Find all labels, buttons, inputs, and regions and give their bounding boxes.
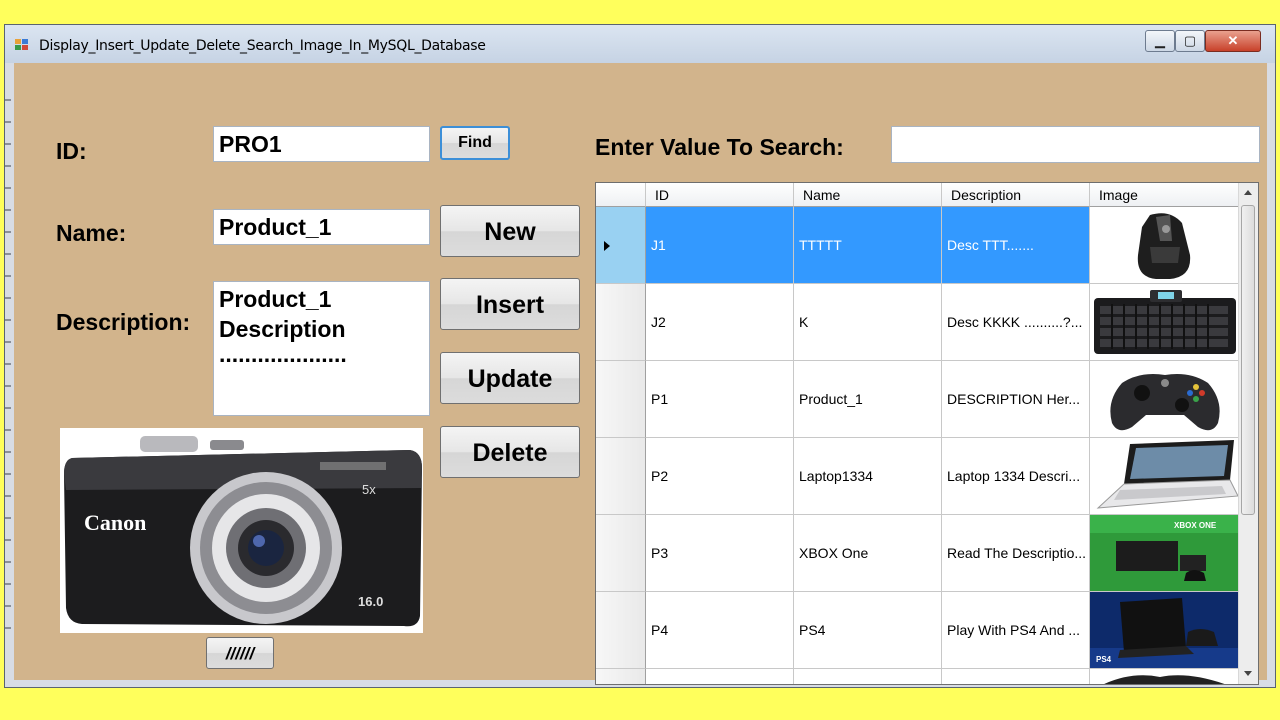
cell-description[interactable]: DESCRIPTION Her... bbox=[942, 361, 1090, 438]
laptop-icon bbox=[1096, 440, 1239, 509]
new-button[interactable]: New bbox=[440, 205, 580, 257]
scroll-thumb[interactable] bbox=[1241, 205, 1255, 515]
grid-vertical-scrollbar[interactable] bbox=[1238, 183, 1258, 684]
cell-name[interactable]: K bbox=[794, 284, 942, 361]
description-label: Description: bbox=[56, 309, 191, 335]
game-controller-icon bbox=[1110, 374, 1220, 431]
column-header-name[interactable]: Name bbox=[794, 183, 942, 207]
description-textarea[interactable]: Product_1 Description ..................… bbox=[213, 281, 430, 416]
cell-name[interactable]: Laptop1334 bbox=[794, 438, 942, 515]
maximize-button[interactable]: ▢ bbox=[1175, 30, 1205, 52]
keyboard-icon bbox=[1094, 290, 1236, 354]
cell-description[interactable] bbox=[942, 669, 1090, 684]
cell-image[interactable] bbox=[1090, 361, 1240, 438]
row-header[interactable] bbox=[596, 438, 646, 515]
app-window: Display_Insert_Update_Delete_Search_Imag… bbox=[4, 24, 1276, 688]
search-label: Enter Value To Search: bbox=[595, 134, 844, 160]
cell-image[interactable] bbox=[1090, 284, 1240, 361]
product-image-preview: Canon 5x 16.0 bbox=[60, 428, 423, 633]
current-row-arrow-icon bbox=[604, 241, 610, 251]
product-thumbnail-icon bbox=[1104, 675, 1225, 684]
row-header[interactable] bbox=[596, 284, 646, 361]
maximize-icon: ▢ bbox=[1183, 33, 1197, 48]
cell-description[interactable]: Read The Descriptio... bbox=[942, 515, 1090, 592]
update-button[interactable]: Update bbox=[440, 352, 580, 404]
cell-image[interactable]: PS4 bbox=[1090, 592, 1240, 669]
column-header-image[interactable]: Image bbox=[1090, 183, 1240, 207]
row-header[interactable] bbox=[596, 361, 646, 438]
find-button[interactable]: Find bbox=[440, 126, 510, 160]
id-label: ID: bbox=[56, 138, 87, 164]
scroll-up-icon[interactable] bbox=[1244, 190, 1252, 195]
cell-name[interactable]: TTTTT bbox=[794, 207, 942, 284]
row-header[interactable] bbox=[596, 515, 646, 592]
title-bar[interactable]: Display_Insert_Update_Delete_Search_Imag… bbox=[5, 25, 1275, 63]
cell-description[interactable]: Play With PS4 And ... bbox=[942, 592, 1090, 669]
column-header-description[interactable]: Description bbox=[942, 183, 1090, 207]
delete-button[interactable]: Delete bbox=[440, 426, 580, 478]
name-label: Name: bbox=[56, 220, 127, 246]
cell-image[interactable] bbox=[1090, 669, 1240, 684]
row-header-selected[interactable] bbox=[596, 207, 646, 284]
camera-icon: Canon 5x 16.0 bbox=[60, 428, 423, 633]
products-data-grid[interactable]: ID Name Description Image J1 TTTTT Desc … bbox=[595, 182, 1259, 685]
description-line: Description bbox=[219, 316, 346, 342]
insert-button[interactable]: Insert bbox=[440, 278, 580, 330]
cell-description[interactable]: Desc KKKK ..........?... bbox=[942, 284, 1090, 361]
grid-corner-header bbox=[596, 183, 646, 207]
search-input[interactable] bbox=[891, 126, 1260, 163]
xbox-banner-text: XBOX ONE bbox=[1174, 521, 1217, 530]
column-header-id[interactable]: ID bbox=[646, 183, 794, 207]
background-window-edge bbox=[5, 85, 11, 645]
cell-name[interactable]: XBOX One bbox=[794, 515, 942, 592]
description-line: .................... bbox=[219, 341, 347, 367]
cell-id[interactable] bbox=[646, 669, 794, 684]
scroll-down-icon[interactable] bbox=[1244, 671, 1252, 676]
ps4-banner-text: PS4 bbox=[1096, 655, 1112, 664]
minimize-button[interactable]: ▁ bbox=[1145, 30, 1175, 52]
cell-id[interactable]: P2 bbox=[646, 438, 794, 515]
app-icon bbox=[15, 39, 29, 51]
row-header[interactable] bbox=[596, 592, 646, 669]
cell-image[interactable] bbox=[1090, 438, 1240, 515]
form-client-area: ID: PRO1 Find Name: Product_1 Descriptio… bbox=[14, 63, 1267, 685]
cell-name[interactable] bbox=[794, 669, 942, 684]
window-title: Display_Insert_Update_Delete_Search_Imag… bbox=[39, 38, 486, 54]
id-input[interactable]: PRO1 bbox=[213, 126, 430, 162]
cell-id[interactable]: J2 bbox=[646, 284, 794, 361]
cell-name[interactable]: PS4 bbox=[794, 592, 942, 669]
close-button[interactable]: ✕ bbox=[1205, 30, 1261, 52]
camera-brand: Canon bbox=[84, 510, 146, 535]
minimize-icon: ▁ bbox=[1155, 33, 1165, 48]
cell-description[interactable]: Desc TTT....... bbox=[942, 207, 1090, 284]
cell-description[interactable]: Laptop 1334 Descri... bbox=[942, 438, 1090, 515]
cell-image[interactable]: XBOX ONE bbox=[1090, 515, 1240, 592]
cell-id[interactable]: J1 bbox=[646, 207, 794, 284]
cell-name[interactable]: Product_1 bbox=[794, 361, 942, 438]
ps4-console-icon: PS4 bbox=[1090, 592, 1239, 668]
name-input[interactable]: Product_1 bbox=[213, 209, 430, 245]
browse-image-button[interactable]: ////// bbox=[206, 637, 274, 669]
cell-id[interactable]: P3 bbox=[646, 515, 794, 592]
cell-image[interactable] bbox=[1090, 207, 1240, 284]
camera-mp-label: 16.0 bbox=[358, 594, 383, 609]
close-icon: ✕ bbox=[1227, 33, 1239, 48]
xbox-console-icon: XBOX ONE bbox=[1090, 515, 1239, 591]
row-header[interactable] bbox=[596, 669, 646, 684]
cell-id[interactable]: P4 bbox=[646, 592, 794, 669]
camera-zoom-label: 5x bbox=[362, 482, 376, 497]
cell-id[interactable]: P1 bbox=[646, 361, 794, 438]
gaming-mouse-icon bbox=[1137, 213, 1191, 279]
description-line: Product_1 bbox=[219, 286, 332, 312]
